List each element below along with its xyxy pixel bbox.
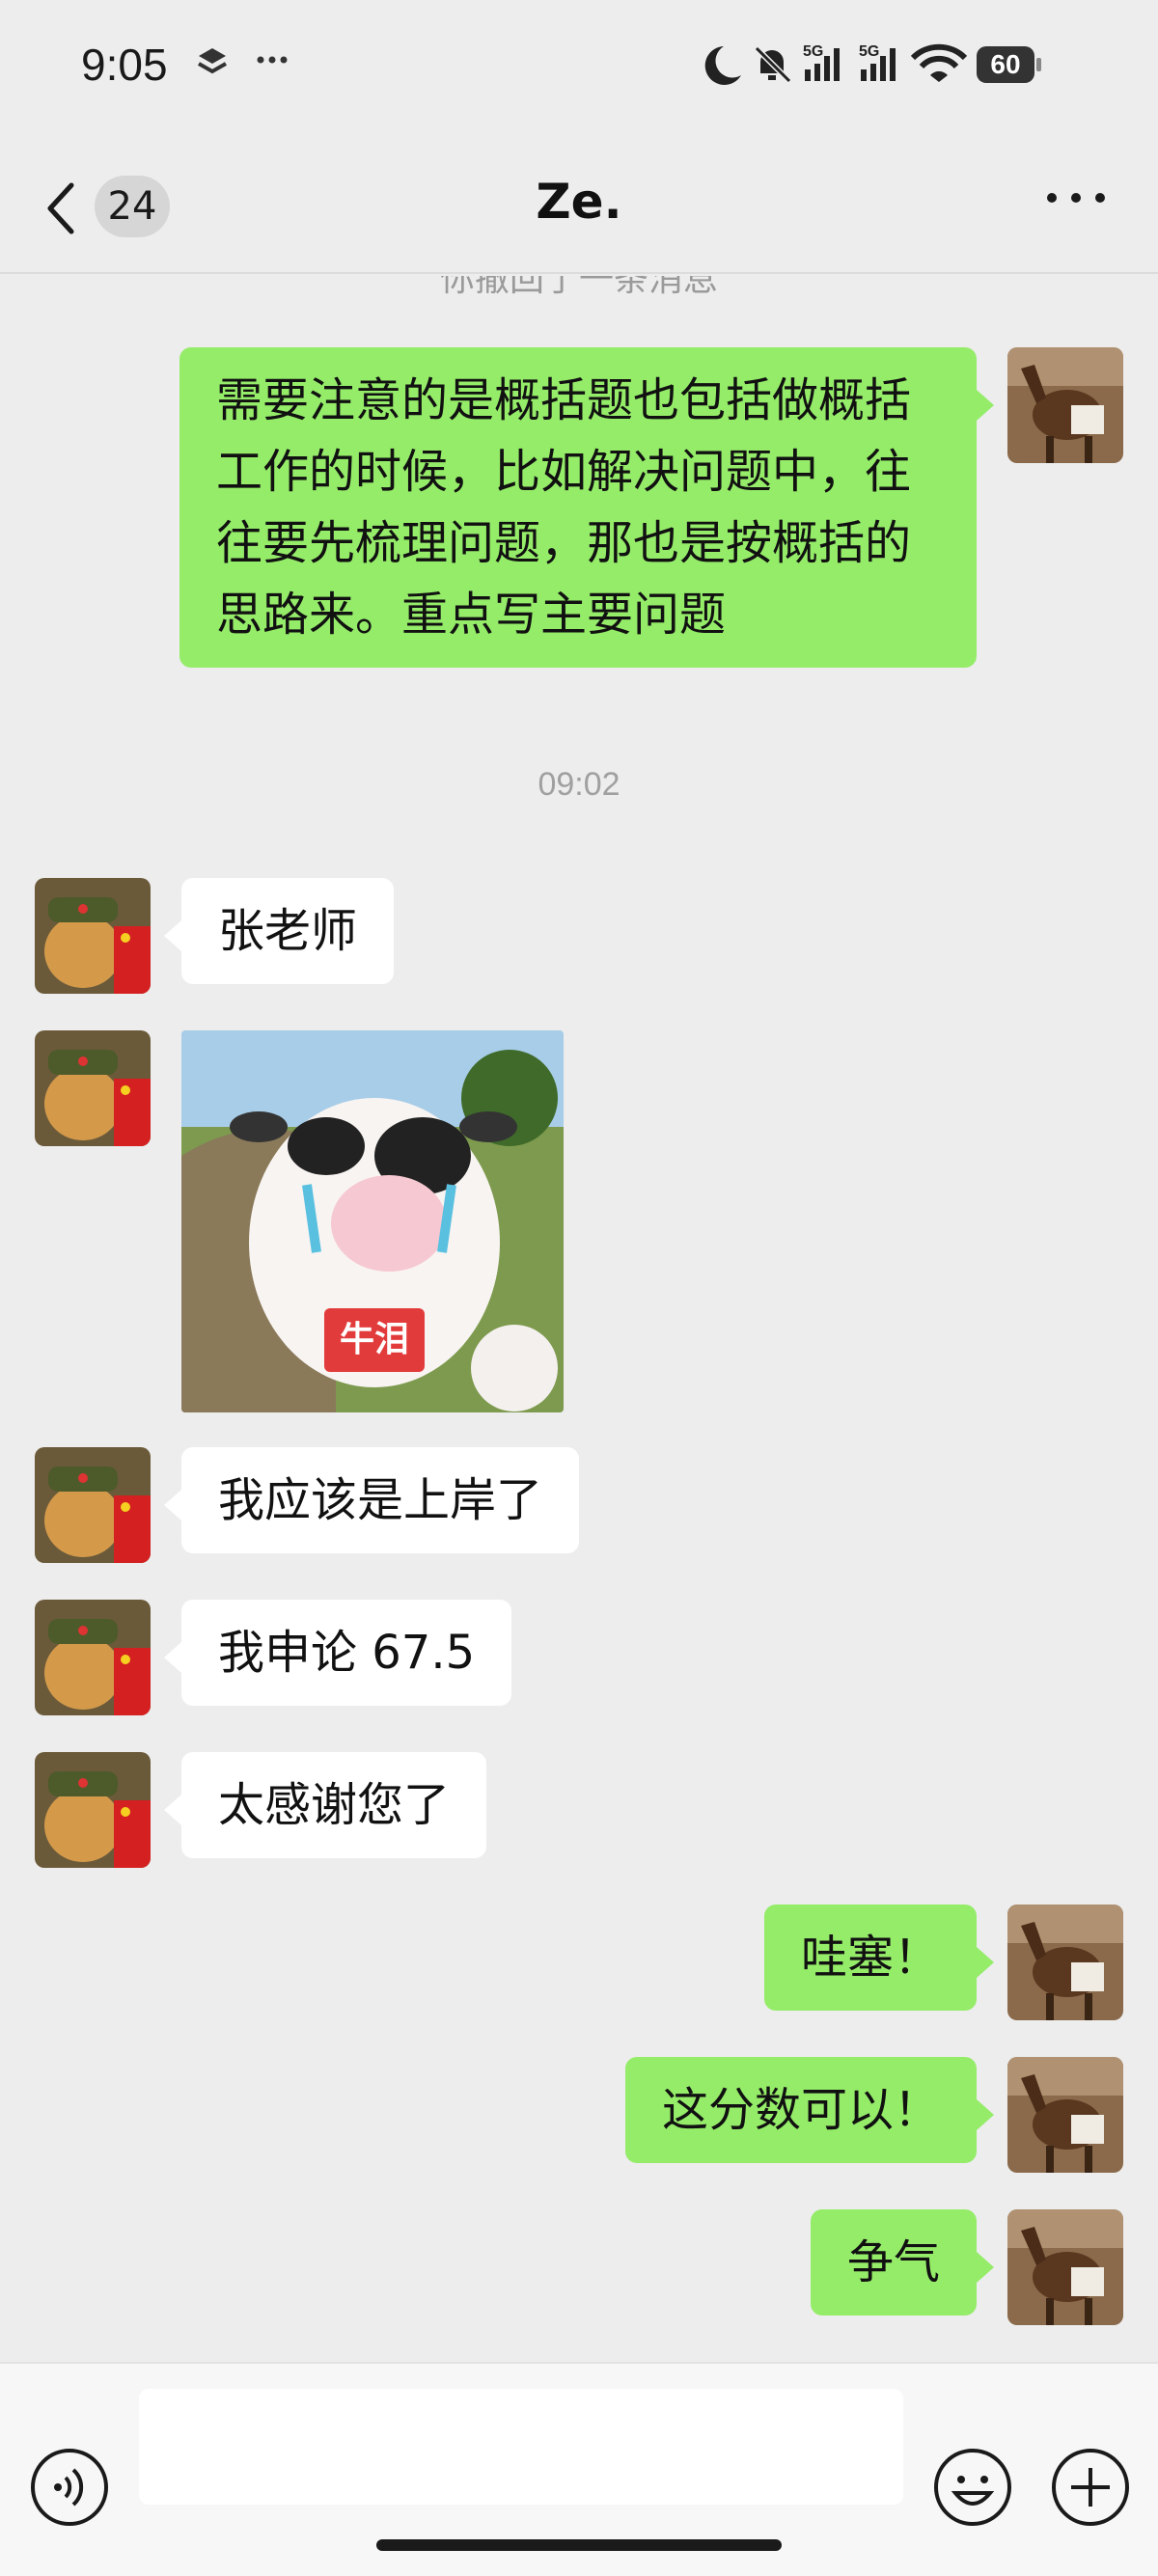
horse-avatar-icon bbox=[1007, 2209, 1123, 2325]
message-input[interactable] bbox=[139, 2389, 903, 2505]
cat-avatar-icon bbox=[35, 1600, 151, 1715]
contact-avatar[interactable] bbox=[35, 1752, 151, 1868]
message-bubble-mine[interactable]: 哇塞！ bbox=[763, 1905, 995, 2011]
status-left-icons bbox=[193, 44, 299, 87]
contact-avatar[interactable] bbox=[35, 878, 151, 994]
cat-avatar-icon bbox=[35, 1030, 151, 1146]
signal-icon-1: 5G bbox=[803, 43, 840, 81]
horse-avatar-icon bbox=[1007, 1905, 1123, 2020]
svg-text:5G: 5G bbox=[859, 43, 879, 60]
contact-avatar[interactable] bbox=[35, 1447, 151, 1563]
message-bubble-theirs[interactable]: 张老师 bbox=[163, 878, 395, 984]
plus-icon[interactable] bbox=[1050, 2447, 1131, 2528]
cat-avatar-icon bbox=[35, 1447, 151, 1563]
mute-bell-icon bbox=[754, 45, 792, 84]
my-avatar[interactable] bbox=[1007, 2057, 1123, 2173]
message-bubble-mine[interactable]: 需要注意的是概括题也包括做概括工作的时候，比如解决问题中，往往要先梳理问题，那也… bbox=[179, 347, 994, 668]
my-avatar[interactable] bbox=[1007, 347, 1123, 463]
message-bubble-theirs[interactable]: 我应该是上岸了 bbox=[163, 1447, 580, 1553]
my-avatar[interactable] bbox=[1007, 1905, 1123, 2020]
signal-icon-2: 5G bbox=[859, 43, 896, 81]
contact-avatar[interactable] bbox=[35, 1600, 151, 1715]
status-time: 9:05 bbox=[81, 40, 168, 90]
svg-text:5G: 5G bbox=[803, 43, 823, 60]
cat-avatar-icon bbox=[35, 1752, 151, 1868]
voice-icon[interactable] bbox=[29, 2447, 110, 2528]
message-bubble-mine[interactable]: 争气 bbox=[810, 2209, 995, 2316]
moon-icon bbox=[704, 46, 741, 85]
chat-title: Ze. bbox=[536, 174, 622, 230]
status-right: 5G 5G 60 bbox=[695, 37, 1081, 95]
cat-avatar-icon bbox=[35, 878, 151, 994]
crying-cow-sticker[interactable]: 牛泪 bbox=[181, 1030, 564, 1412]
message-bubble-mine[interactable]: 这分数可以！ bbox=[624, 2057, 995, 2163]
battery-level: 60 bbox=[990, 49, 1021, 79]
horse-avatar-icon bbox=[1007, 347, 1123, 463]
sticker-caption: 牛泪 bbox=[324, 1308, 425, 1372]
contact-avatar[interactable] bbox=[35, 1030, 151, 1146]
horse-avatar-icon bbox=[1007, 2057, 1123, 2173]
status-bar: 9:05 5G 5G 60 bbox=[0, 0, 1158, 135]
home-indicator[interactable] bbox=[376, 2539, 782, 2551]
emoji-icon[interactable] bbox=[932, 2447, 1013, 2528]
chat-header: 24 Ze. bbox=[0, 135, 1158, 274]
recall-notice: 你撤回了一条消息 bbox=[439, 276, 718, 299]
layers-icon bbox=[198, 48, 288, 74]
message-bubble-theirs[interactable]: 太感谢您了 bbox=[163, 1752, 487, 1858]
message-bubble-theirs[interactable]: 我申论 67.5 bbox=[163, 1600, 512, 1706]
more-options-icon[interactable] bbox=[1042, 183, 1110, 212]
wifi-icon bbox=[910, 43, 968, 82]
my-avatar[interactable] bbox=[1007, 2209, 1123, 2325]
chat-message-list[interactable]: 你撤回了一条消息 需要注意的是概括题也包括做概括工作的时候，比如解决问题中，往往… bbox=[0, 276, 1158, 2360]
timestamp: 09:02 bbox=[538, 766, 620, 803]
